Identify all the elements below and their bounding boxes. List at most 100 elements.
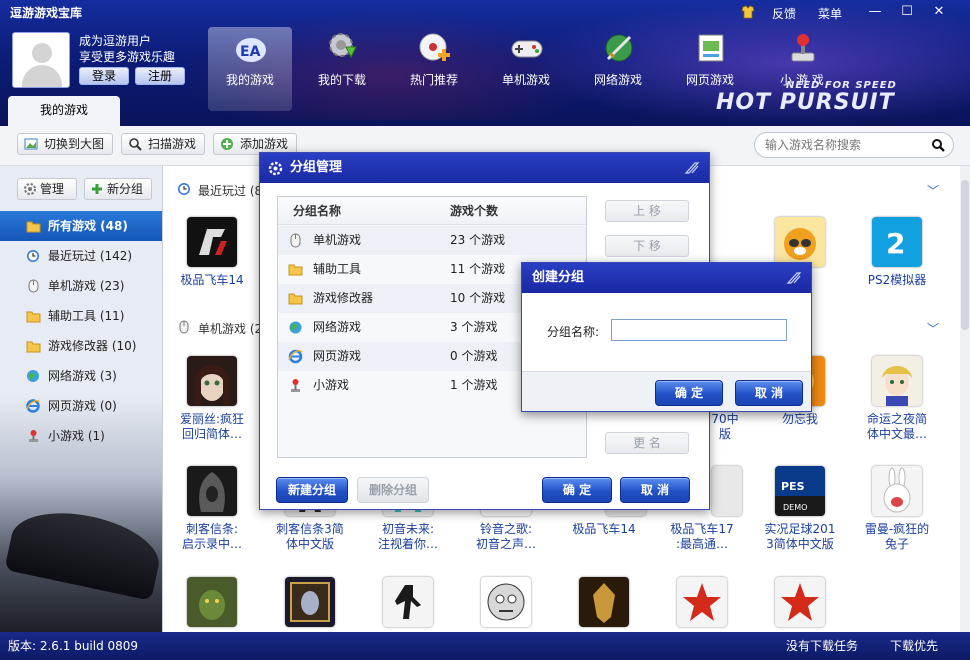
nav-single-games[interactable]: 单机游戏: [484, 27, 568, 111]
manage-button[interactable]: 管理: [17, 178, 77, 200]
game-tile[interactable]: 2 PS2模拟器: [849, 217, 945, 288]
cancel-button[interactable]: 取 消: [735, 380, 803, 406]
new-group-dialog-button[interactable]: 新建分组: [276, 477, 348, 503]
game-tile[interactable]: 刺客信条: 启示录中…: [164, 466, 260, 552]
game-ea-icon: EA: [236, 38, 266, 62]
scrollbar[interactable]: [960, 166, 970, 632]
sidebar-item-label: 网络游戏 (3): [48, 369, 117, 383]
dialog-title-bar[interactable]: 分组管理: [260, 153, 709, 183]
maximize-button[interactable]: ☐: [896, 3, 918, 21]
delete-group-button[interactable]: 删除分组: [357, 477, 429, 503]
game-tile[interactable]: [262, 577, 358, 632]
register-button[interactable]: 注册: [135, 67, 185, 85]
group-name: 网页游戏: [313, 349, 362, 363]
red-alert-icon: [677, 577, 727, 627]
skin-shirt-icon[interactable]: [740, 4, 756, 20]
sidebar-item-recent[interactable]: 最近玩过 (142): [0, 241, 162, 271]
mouse-icon: [290, 233, 301, 248]
game-name: PS2模拟器: [867, 273, 927, 287]
close-window-button[interactable]: ✕: [928, 3, 950, 21]
game-name-2: 启示录中…: [181, 537, 242, 551]
section-single[interactable]: 单机游戏 (2: [177, 320, 262, 337]
game-tile[interactable]: PES DEMO 实况足球201 3简体中文版: [752, 466, 848, 552]
feedback-link[interactable]: 反馈: [772, 5, 796, 22]
plus-icon: [92, 184, 102, 194]
avatar-body: [22, 65, 62, 87]
sidebar-item-mini[interactable]: 小游戏 (1): [0, 421, 162, 451]
game-tile[interactable]: 命运之夜简 体中文最…: [849, 356, 945, 442]
collapse-recent-chevron-icon[interactable]: ﹀: [927, 182, 939, 199]
minimize-button[interactable]: —: [864, 3, 886, 21]
clock-icon: [27, 250, 39, 262]
folder-icon: [26, 341, 41, 353]
game-name: 刺客信条3简: [276, 522, 344, 536]
version-text: 版本: 2.6.1 build 0809: [8, 639, 139, 653]
rename-button[interactable]: 更 名: [605, 432, 689, 454]
game-tile[interactable]: [458, 577, 554, 632]
game-tile[interactable]: 雷曼-疯狂的 兔子: [849, 466, 945, 552]
tab-my-games[interactable]: 我的游戏: [8, 96, 120, 126]
col-group-name: 分组名称: [293, 204, 342, 218]
game-tile[interactable]: 爱丽丝:疯狂 回归简体…: [164, 356, 260, 442]
nav-label: 我的游戏: [225, 73, 274, 87]
sidebar-item-web[interactable]: 网页游戏 (0): [0, 391, 162, 421]
group-name: 小游戏: [313, 378, 350, 392]
ps2-icon: 2: [872, 217, 922, 267]
nav-hot[interactable]: 热门推荐: [392, 27, 476, 111]
group-name: 单机游戏: [313, 233, 362, 247]
mouse-icon: [179, 320, 189, 334]
dialog-title-bar[interactable]: 创建分组: [522, 263, 811, 293]
ok-button[interactable]: 确 定: [542, 477, 612, 503]
scrollbar-thumb[interactable]: [961, 180, 969, 330]
download-priority-toggle[interactable]: 下载优先: [890, 632, 938, 660]
globe-icon: [289, 321, 302, 334]
sidebar-item-online[interactable]: 网络游戏 (3): [0, 361, 162, 391]
ie-icon: [288, 349, 303, 364]
search-input[interactable]: 输入游戏名称搜索: [754, 132, 954, 158]
nav-my-games[interactable]: EA 我的游戏: [208, 27, 292, 111]
switch-view-button[interactable]: 切换到大图: [17, 133, 113, 155]
game-tile[interactable]: [654, 577, 750, 632]
group-name: 游戏修改器: [313, 291, 374, 305]
col-game-count: 游戏个数: [450, 204, 499, 218]
magnifier-icon: [129, 138, 142, 151]
game-tile[interactable]: [164, 577, 260, 632]
group-count: 23 个游戏: [450, 233, 506, 247]
search-icon[interactable]: [931, 138, 945, 152]
alice-icon: [187, 356, 237, 406]
game-name: 极品飞车17: [670, 522, 734, 536]
avatar[interactable]: [12, 32, 70, 88]
nav-my-downloads[interactable]: 我的下载: [300, 27, 384, 111]
game-tile[interactable]: [360, 577, 456, 632]
move-down-button[interactable]: 下 移: [605, 235, 689, 257]
table-row[interactable]: 单机游戏 23 个游戏: [278, 226, 586, 255]
ok-button[interactable]: 确 定: [655, 380, 723, 406]
download-task-status[interactable]: 没有下载任务: [786, 632, 858, 660]
game-tile[interactable]: [556, 577, 652, 632]
section-single-label: 单机游戏 (2: [198, 322, 263, 336]
folder-icon: [26, 221, 41, 233]
section-recent[interactable]: 最近玩过 (8: [177, 182, 262, 199]
close-icon[interactable]: [683, 160, 701, 176]
menu-link[interactable]: 菜单: [818, 5, 842, 22]
sidebar-item-single[interactable]: 单机游戏 (23): [0, 271, 162, 301]
cancel-button[interactable]: 取 消: [620, 477, 690, 503]
collapse-single-chevron-icon[interactable]: ﹀: [927, 320, 939, 337]
move-up-button[interactable]: 上 移: [605, 200, 689, 222]
nav-label: 我的下载: [317, 73, 366, 87]
fate-saber-icon: [872, 356, 922, 406]
login-button[interactable]: 登录: [79, 67, 129, 85]
game-tile[interactable]: 极品飞车14: [164, 217, 260, 288]
nav-online-games[interactable]: 网络游戏: [576, 27, 660, 111]
scan-games-button[interactable]: 扫描游戏: [121, 133, 205, 155]
game-name-2: 注视着你…: [377, 537, 438, 551]
game-name: 刺客信条:: [185, 522, 239, 536]
orc-icon: [187, 577, 237, 627]
sidebar-item-trainers[interactable]: 游戏修改器 (10): [0, 331, 162, 361]
group-name-input[interactable]: [611, 319, 787, 341]
close-icon[interactable]: [785, 270, 803, 286]
sidebar-item-all[interactable]: 所有游戏 (48): [0, 211, 162, 241]
sidebar-item-tools[interactable]: 辅助工具 (11): [0, 301, 162, 331]
game-tile[interactable]: [752, 577, 848, 632]
new-group-button[interactable]: 新分组: [84, 178, 152, 200]
